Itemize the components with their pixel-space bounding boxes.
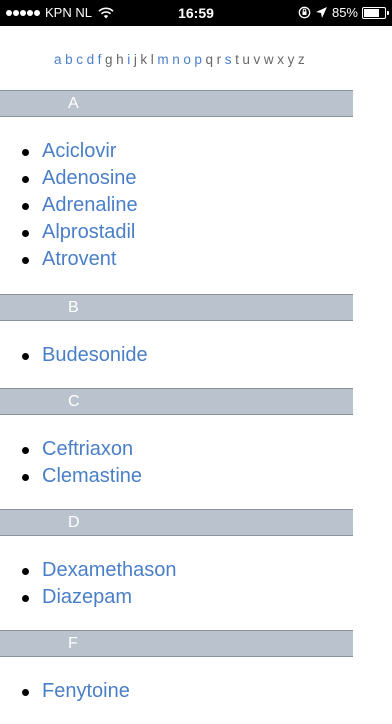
section-header-label: F <box>68 635 78 652</box>
drug-list: Dexamethason Diazepam <box>0 536 392 630</box>
alphabet-letter-r: r <box>216 52 222 67</box>
drug-link-clemastine[interactable]: Clemastine <box>0 463 392 490</box>
drug-link-budesonide[interactable]: Budesonide <box>0 342 392 369</box>
alphabet-letter-h: h <box>116 52 125 67</box>
section-a: A Aciclovir Adenosine Adrenaline Alprostadil… <box>0 90 392 294</box>
alphabet-letter-c[interactable]: c <box>76 52 83 67</box>
battery-percentage: 85% <box>331 5 358 20</box>
alphabet-letter-k: k <box>140 52 148 67</box>
alphabet-letter-i[interactable]: i <box>127 52 130 67</box>
alphabet-letter-t: t <box>235 52 240 67</box>
location-icon <box>315 7 327 18</box>
section-b: B Budesonide <box>0 294 392 388</box>
drug-link-diazepam[interactable]: Diazepam <box>0 584 392 611</box>
section-header: F <box>0 630 353 657</box>
status-bar: KPN NL 16:59 85% <box>0 0 392 26</box>
alphabet-letter-b[interactable]: b <box>65 52 73 67</box>
alphabet-letter-n[interactable]: n <box>172 52 180 67</box>
alphabet-index: abcdfghijklmnopqrstuvwxyz <box>54 52 308 67</box>
drug-list: Ceftriaxon Clemastine <box>0 415 392 509</box>
section-header: D <box>0 509 353 536</box>
section-d: D Dexamethason Diazepam <box>0 509 392 630</box>
drug-list: Aciclovir Adenosine Adrenaline Alprostadil A… <box>0 117 392 294</box>
alphabet-letter-q: q <box>205 52 214 67</box>
alphabet-letter-p[interactable]: p <box>194 52 202 67</box>
alphabet-letter-x: x <box>277 52 285 67</box>
battery-fill <box>364 8 379 17</box>
section-header-label: C <box>68 393 80 410</box>
alphabet-letter-z: z <box>297 52 306 67</box>
alphabet-letter-j: j <box>133 52 138 67</box>
alphabet-letter-d[interactable]: d <box>87 52 95 67</box>
alphabet-letter-g: g <box>105 52 113 67</box>
section-header: B <box>0 294 353 321</box>
drug-link-fenytoine[interactable]: Fenytoine <box>0 678 392 705</box>
section-header-label: A <box>68 95 79 112</box>
section-c: C Ceftriaxon Clemastine <box>0 388 392 509</box>
drug-list: Fenytoine <box>0 657 392 724</box>
rotation-lock-icon <box>298 6 311 19</box>
alphabet-letter-m[interactable]: m <box>157 52 169 67</box>
drug-index-list: A Aciclovir Adenosine Adrenaline Alprostadil… <box>0 90 392 724</box>
section-f: F Fenytoine <box>0 630 392 724</box>
alphabet-letter-y: y <box>287 52 295 67</box>
drug-link-ceftriaxon[interactable]: Ceftriaxon <box>0 436 392 463</box>
drug-link-atrovent[interactable]: Atrovent <box>0 246 392 273</box>
drug-link-adenosine[interactable]: Adenosine <box>0 165 392 192</box>
drug-list: Budesonide <box>0 321 392 388</box>
alphabet-letter-a[interactable]: a <box>54 52 62 67</box>
alphabet-letter-w: w <box>263 52 275 67</box>
section-header: C <box>0 388 353 415</box>
alphabet-letter-l: l <box>150 52 155 67</box>
drug-link-dexamethason[interactable]: Dexamethason <box>0 557 392 584</box>
status-bar-right: 85% <box>298 5 389 20</box>
alphabet-letter-v: v <box>253 52 261 67</box>
alphabet-letter-o[interactable]: o <box>183 52 191 67</box>
drug-link-adrenaline[interactable]: Adrenaline <box>0 192 392 219</box>
battery-icon <box>362 6 389 19</box>
alphabet-letter-u: u <box>242 52 251 67</box>
section-header-label: B <box>68 299 79 316</box>
section-header: A <box>0 90 353 117</box>
section-header-label: D <box>68 514 80 531</box>
drug-link-alprostadil[interactable]: Alprostadil <box>0 219 392 246</box>
alphabet-letter-s[interactable]: s <box>225 52 232 67</box>
alphabet-letter-f[interactable]: f <box>98 52 102 67</box>
drug-link-aciclovir[interactable]: Aciclovir <box>0 138 392 165</box>
